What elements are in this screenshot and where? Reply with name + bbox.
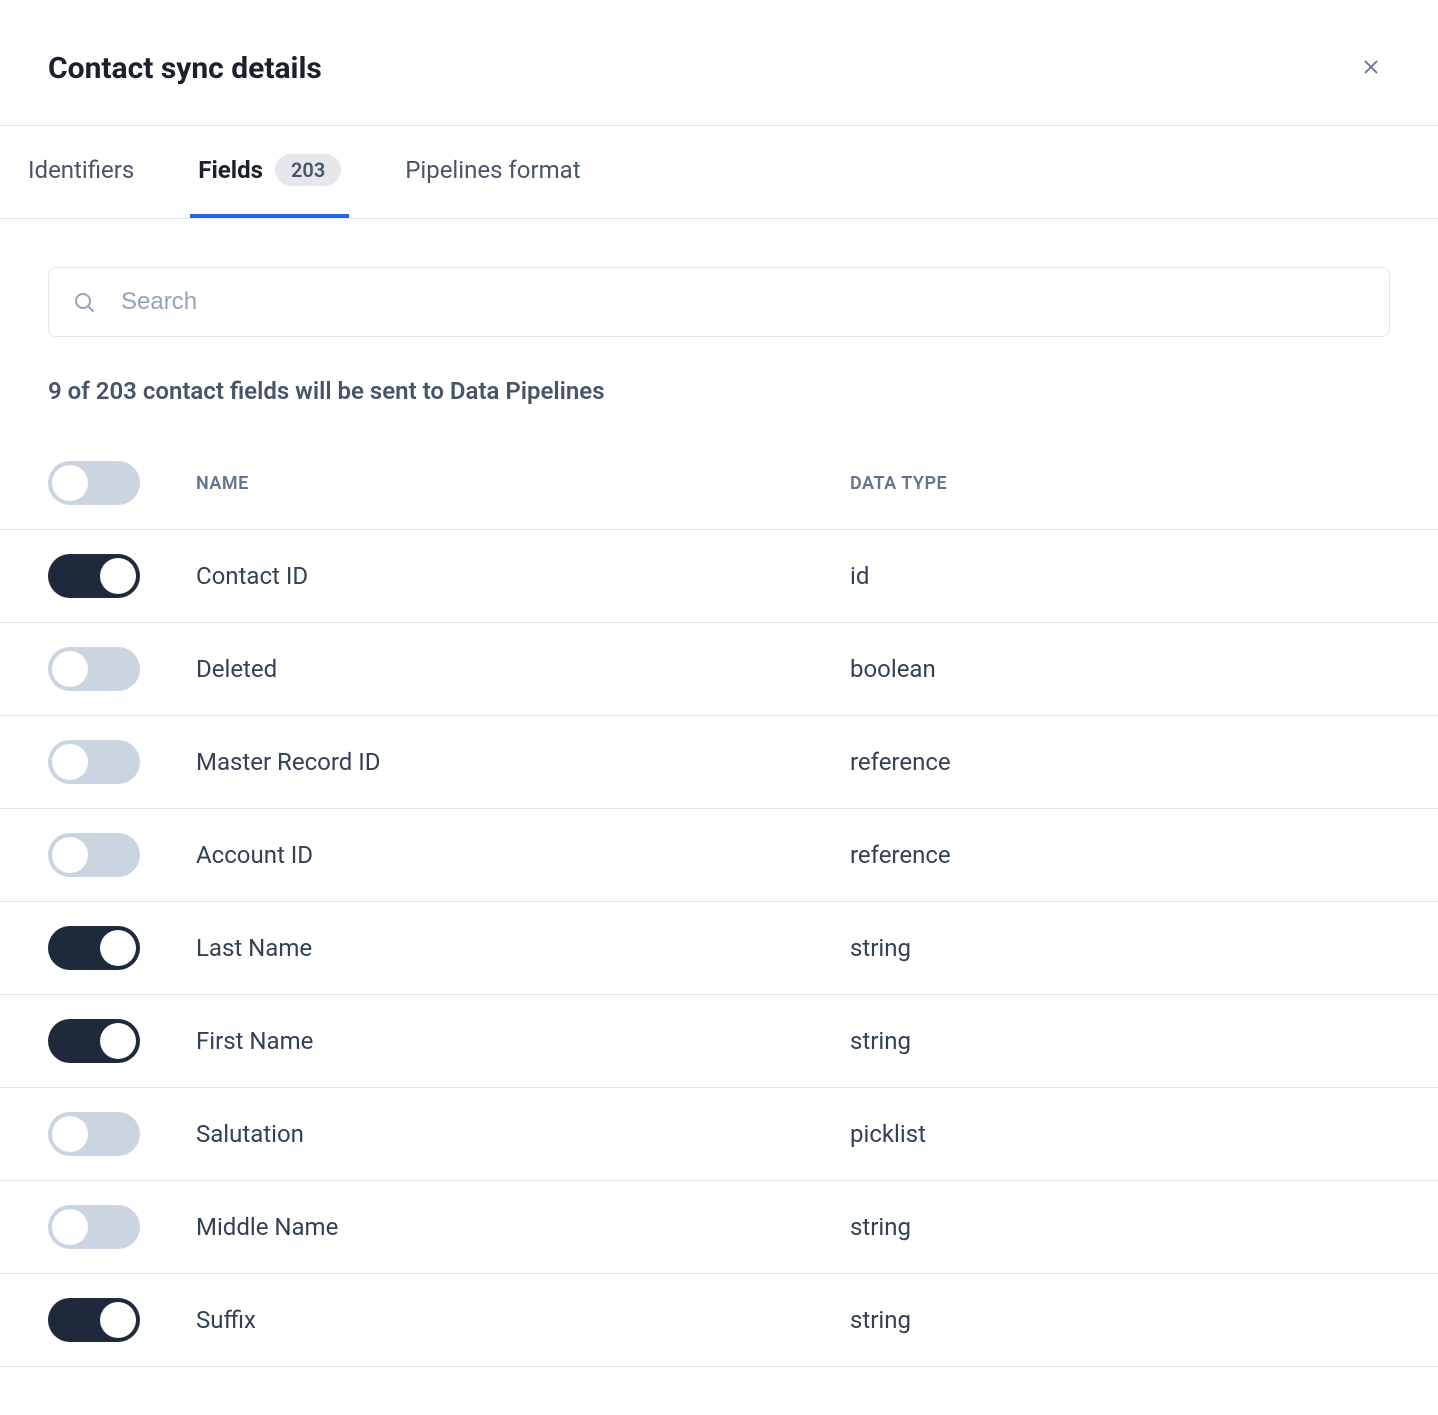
tab-pipelines-label: Pipelines format bbox=[405, 156, 580, 184]
table-row: Last Namestring bbox=[0, 902, 1438, 995]
header-toggle-col bbox=[48, 461, 196, 505]
search-input[interactable] bbox=[48, 267, 1390, 337]
field-name: Salutation bbox=[196, 1120, 850, 1148]
row-toggle-col bbox=[48, 1298, 196, 1342]
table-row: Suffixstring bbox=[0, 1274, 1438, 1367]
table-row: Account IDreference bbox=[0, 809, 1438, 902]
toggle-knob bbox=[100, 930, 136, 966]
close-button[interactable] bbox=[1352, 48, 1390, 89]
row-toggle-col bbox=[48, 647, 196, 691]
table-header: Name Data Type bbox=[0, 445, 1438, 530]
field-name: Master Record ID bbox=[196, 748, 850, 776]
status-text: 9 of 203 contact fields will be sent to … bbox=[48, 377, 1390, 405]
toggle-knob bbox=[52, 744, 88, 780]
field-type: reference bbox=[850, 748, 1390, 776]
tab-bar: Identifiers Fields 203 Pipelines format bbox=[0, 126, 1438, 219]
table-row: Deletedboolean bbox=[0, 623, 1438, 716]
field-toggle[interactable] bbox=[48, 740, 140, 784]
dialog-title: Contact sync details bbox=[48, 51, 322, 86]
field-name: Last Name bbox=[196, 934, 850, 962]
tab-fields[interactable]: Fields 203 bbox=[190, 126, 349, 218]
field-name: Middle Name bbox=[196, 1213, 850, 1241]
field-toggle[interactable] bbox=[48, 554, 140, 598]
toggle-knob bbox=[52, 837, 88, 873]
field-type: string bbox=[850, 1306, 1390, 1334]
row-toggle-col bbox=[48, 926, 196, 970]
toggle-knob bbox=[52, 1209, 88, 1245]
field-type: boolean bbox=[850, 655, 1390, 683]
row-toggle-col bbox=[48, 554, 196, 598]
field-name: First Name bbox=[196, 1027, 850, 1055]
rows-container: Contact IDid Deletedboolean Master Record … bbox=[48, 530, 1390, 1367]
field-toggle[interactable] bbox=[48, 1298, 140, 1342]
table-row: First Namestring bbox=[0, 995, 1438, 1088]
field-type: picklist bbox=[850, 1120, 1390, 1148]
dialog-header: Contact sync details bbox=[0, 0, 1438, 126]
row-toggle-col bbox=[48, 833, 196, 877]
tab-identifiers[interactable]: Identifiers bbox=[20, 128, 142, 216]
toggle-knob bbox=[52, 465, 88, 501]
search-wrap bbox=[48, 267, 1390, 337]
tab-fields-label: Fields bbox=[198, 156, 263, 184]
tab-pipelines-format[interactable]: Pipelines format bbox=[397, 128, 588, 216]
row-toggle-col bbox=[48, 1205, 196, 1249]
search-icon bbox=[72, 290, 96, 314]
field-toggle[interactable] bbox=[48, 1205, 140, 1249]
row-toggle-col bbox=[48, 1112, 196, 1156]
field-name: Suffix bbox=[196, 1306, 850, 1334]
field-toggle[interactable] bbox=[48, 833, 140, 877]
toggle-all[interactable] bbox=[48, 461, 140, 505]
row-toggle-col bbox=[48, 1019, 196, 1063]
table-row: Contact IDid bbox=[0, 530, 1438, 623]
field-toggle[interactable] bbox=[48, 1112, 140, 1156]
content-area: 9 of 203 contact fields will be sent to … bbox=[0, 219, 1438, 1415]
field-type: reference bbox=[850, 841, 1390, 869]
row-toggle-col bbox=[48, 740, 196, 784]
toggle-knob bbox=[52, 1116, 88, 1152]
toggle-knob bbox=[100, 1302, 136, 1338]
tab-fields-count-badge: 203 bbox=[275, 154, 341, 186]
toggle-knob bbox=[52, 651, 88, 687]
column-header-name: Name bbox=[196, 473, 850, 494]
field-type: string bbox=[850, 1213, 1390, 1241]
close-icon bbox=[1360, 56, 1382, 81]
field-name: Account ID bbox=[196, 841, 850, 869]
field-toggle[interactable] bbox=[48, 1019, 140, 1063]
toggle-knob bbox=[100, 1023, 136, 1059]
column-header-data-type: Data Type bbox=[850, 473, 1390, 494]
table-row: Middle Namestring bbox=[0, 1181, 1438, 1274]
field-type: string bbox=[850, 1027, 1390, 1055]
field-type: id bbox=[850, 562, 1390, 590]
field-toggle[interactable] bbox=[48, 647, 140, 691]
toggle-knob bbox=[100, 558, 136, 594]
field-name: Deleted bbox=[196, 655, 850, 683]
table-row: Salutationpicklist bbox=[0, 1088, 1438, 1181]
field-name: Contact ID bbox=[196, 562, 850, 590]
tab-identifiers-label: Identifiers bbox=[28, 156, 134, 184]
field-type: string bbox=[850, 934, 1390, 962]
table-row: Master Record IDreference bbox=[0, 716, 1438, 809]
field-toggle[interactable] bbox=[48, 926, 140, 970]
